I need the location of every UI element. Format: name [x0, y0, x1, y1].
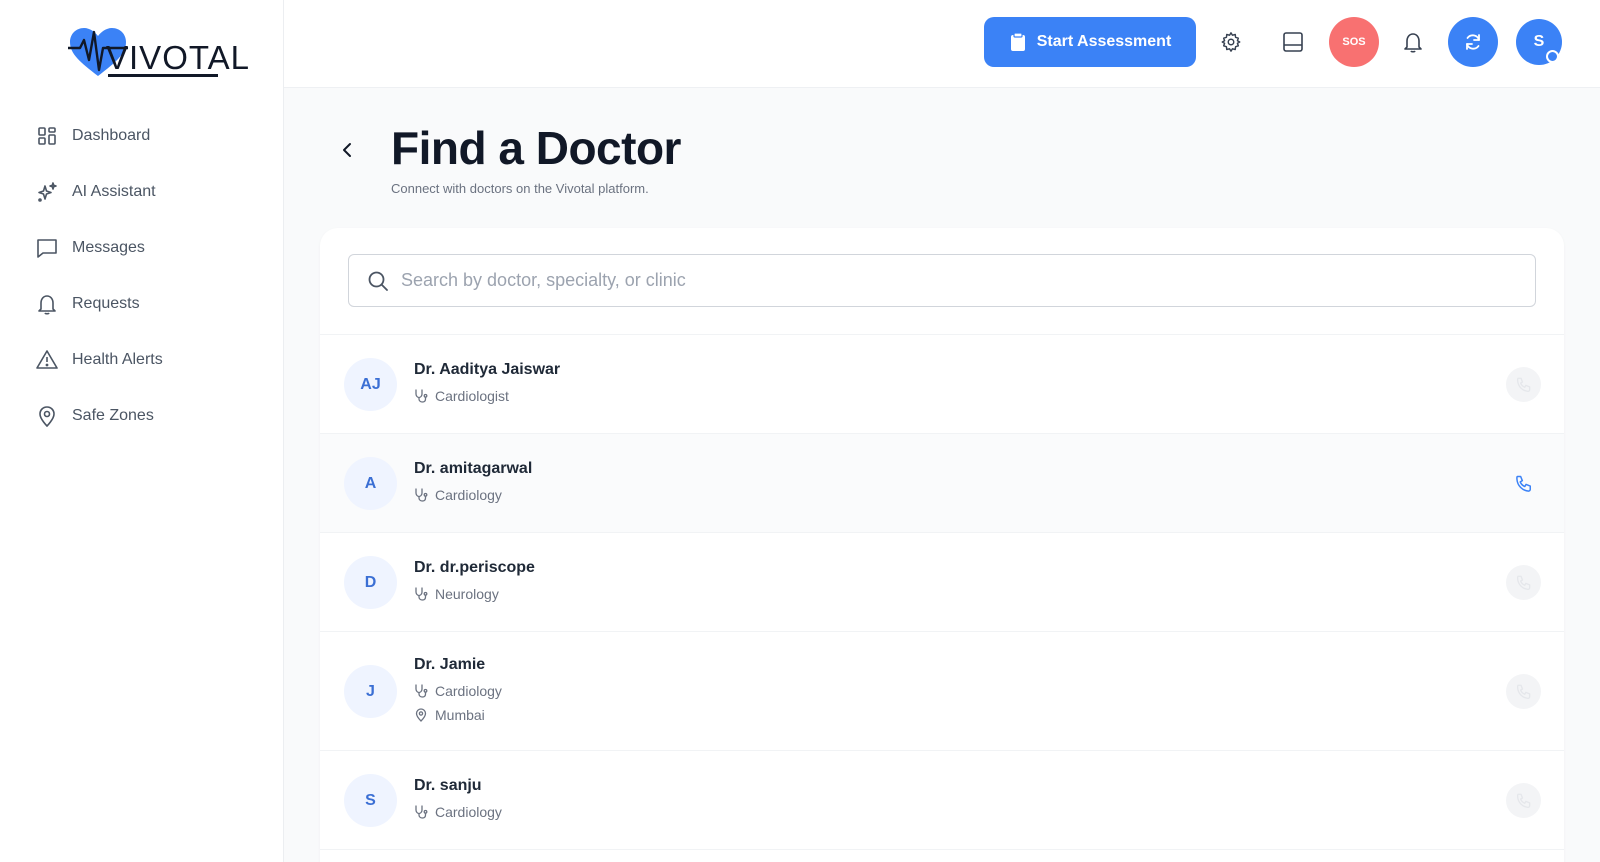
- doctor-specialty: Cardiology: [414, 683, 502, 699]
- vivotal-logo[interactable]: VIVOTAL: [68, 26, 249, 80]
- call-button[interactable]: [1506, 565, 1541, 600]
- page-title: Find a Doctor: [391, 122, 681, 174]
- call-button[interactable]: [1506, 783, 1541, 818]
- clipboard-icon: [1009, 32, 1027, 52]
- map-pin-icon: [414, 708, 428, 722]
- sidebar: VIVOTAL Dashboard AI Assistant Messages: [0, 0, 284, 862]
- bell-icon: [1404, 33, 1422, 53]
- doctor-specialty: Neurology: [414, 586, 499, 602]
- doctor-row[interactable]: S Dr. sanju Cardiology: [320, 751, 1564, 850]
- sidebar-nav: Dashboard AI Assistant Messages Requests…: [0, 108, 284, 444]
- stethoscope-icon: [414, 587, 428, 601]
- sidebar-item-messages[interactable]: Messages: [0, 220, 284, 276]
- gear-icon: [1221, 32, 1241, 52]
- call-button[interactable]: [1506, 367, 1541, 402]
- logo-underline: [108, 74, 218, 77]
- sidebar-item-safe-zones[interactable]: Safe Zones: [0, 388, 284, 444]
- sos-button[interactable]: SOS: [1329, 17, 1379, 67]
- search-icon: [367, 270, 389, 292]
- doctor-list: AJ Dr. Aaditya Jaiswar Cardiologist A Dr…: [320, 334, 1564, 850]
- sidebar-item-dashboard[interactable]: Dashboard: [0, 108, 284, 164]
- sidebar-item-label: Health Alerts: [72, 351, 163, 368]
- doctor-specialty: Cardiologist: [414, 388, 509, 404]
- top-header: Start Assessment SOS S: [284, 0, 1600, 88]
- stethoscope-icon: [414, 684, 428, 698]
- sidebar-item-label: Dashboard: [72, 127, 151, 144]
- notifications-button[interactable]: [1393, 22, 1433, 62]
- settings-button[interactable]: [1211, 22, 1251, 62]
- doctor-avatar: D: [344, 556, 397, 609]
- doctor-location-text: Mumbai: [435, 707, 485, 723]
- start-assessment-button[interactable]: Start Assessment: [984, 17, 1196, 67]
- phone-icon: [1516, 793, 1530, 808]
- search-box: [348, 254, 1536, 307]
- page-subtitle: Connect with doctors on the Vivotal plat…: [391, 181, 649, 196]
- sidebar-item-label: Messages: [72, 239, 145, 256]
- doctor-avatar: S: [344, 774, 397, 827]
- phone-icon: [1516, 377, 1530, 392]
- dashboard-icon: [36, 125, 58, 147]
- sidebar-item-label: AI Assistant: [72, 183, 156, 200]
- doctor-avatar: AJ: [344, 358, 397, 411]
- doctor-row[interactable]: D Dr. dr.periscope Neurology: [320, 533, 1564, 632]
- doctor-name: Dr. dr.periscope: [414, 559, 535, 576]
- sidebar-item-label: Requests: [72, 295, 140, 312]
- doctor-row[interactable]: AJ Dr. Aaditya Jaiswar Cardiologist: [320, 335, 1564, 434]
- brand-name: VIVOTAL: [106, 39, 250, 76]
- call-button[interactable]: [1506, 674, 1541, 709]
- phone-icon: [1515, 475, 1531, 492]
- doctor-specialty-text: Neurology: [435, 586, 499, 602]
- doctor-name: Dr. Jamie: [414, 656, 486, 673]
- refresh-button[interactable]: [1448, 17, 1498, 67]
- doctor-specialty: Cardiology: [414, 487, 502, 503]
- stethoscope-icon: [414, 488, 428, 502]
- panel-bottom-icon: [1283, 32, 1303, 52]
- alert-triangle-icon: [36, 349, 58, 371]
- doctor-row[interactable]: J Dr. Jamie Cardiology Mumbai: [320, 632, 1564, 751]
- doctor-avatar: A: [344, 457, 397, 510]
- stethoscope-icon: [414, 389, 428, 403]
- bell-icon: [36, 293, 58, 315]
- doctor-card: AJ Dr. Aaditya Jaiswar Cardiologist A Dr…: [320, 228, 1564, 862]
- chevron-left-icon: [343, 143, 351, 157]
- doctor-specialty: Cardiology: [414, 804, 502, 820]
- doctor-specialty-text: Cardiologist: [435, 388, 509, 404]
- phone-icon: [1516, 575, 1530, 590]
- back-button[interactable]: [336, 136, 358, 164]
- panel-toggle-button[interactable]: [1273, 22, 1313, 62]
- doctor-location: Mumbai: [414, 707, 485, 723]
- phone-icon: [1516, 684, 1530, 699]
- doctor-name: Dr. sanju: [414, 777, 482, 794]
- sidebar-item-health-alerts[interactable]: Health Alerts: [0, 332, 284, 388]
- map-pin-icon: [36, 405, 58, 427]
- start-assessment-label: Start Assessment: [1036, 33, 1172, 50]
- sos-label: SOS: [1342, 36, 1366, 48]
- search-input[interactable]: [401, 270, 1501, 291]
- stethoscope-icon: [414, 805, 428, 819]
- doctor-specialty-text: Cardiology: [435, 804, 502, 820]
- doctor-name: Dr. amitagarwal: [414, 460, 533, 477]
- doctor-name: Dr. Aaditya Jaiswar: [414, 361, 561, 378]
- online-status-dot: [1546, 50, 1559, 63]
- sidebar-item-ai-assistant[interactable]: AI Assistant: [0, 164, 284, 220]
- doctor-row[interactable]: A Dr. amitagarwal Cardiology: [320, 434, 1564, 533]
- refresh-icon: [1466, 34, 1480, 50]
- sidebar-item-requests[interactable]: Requests: [0, 276, 284, 332]
- call-button[interactable]: [1506, 466, 1541, 501]
- doctor-avatar: J: [344, 665, 397, 718]
- sidebar-item-label: Safe Zones: [72, 407, 154, 424]
- doctor-specialty-text: Cardiology: [435, 487, 502, 503]
- avatar-initial: S: [1533, 33, 1545, 50]
- message-icon: [36, 237, 58, 259]
- doctor-specialty-text: Cardiology: [435, 683, 502, 699]
- sparkles-icon: [36, 181, 58, 203]
